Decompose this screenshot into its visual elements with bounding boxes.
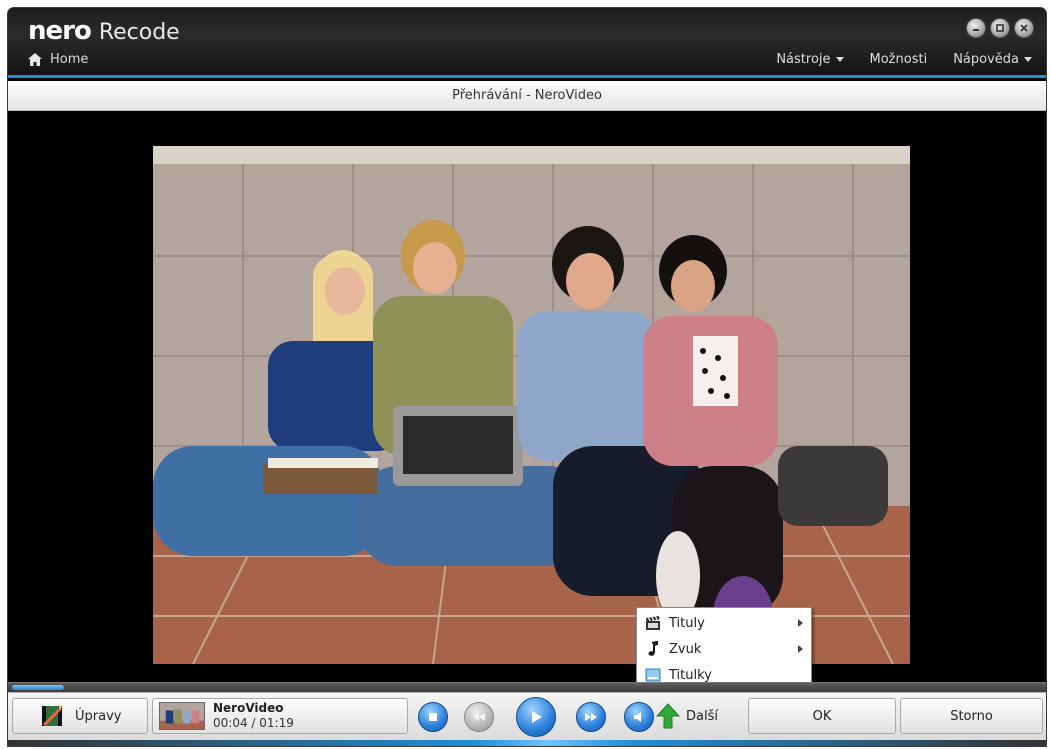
media-info: NeroVideo 00:04 / 01:19 — [152, 698, 408, 734]
ctx-item-titles-label: Tituly — [669, 615, 705, 631]
edit-film-icon — [42, 705, 62, 727]
play-icon — [532, 711, 542, 723]
next-button[interactable]: Další — [656, 703, 718, 729]
home-link[interactable]: Home — [28, 52, 88, 67]
play-button[interactable] — [516, 697, 556, 737]
ctx-item-titles[interactable]: Tituly — [637, 610, 811, 636]
window-controls — [966, 18, 1034, 38]
context-menu: Tituly Zvuk Titulky — [636, 607, 812, 689]
bottom-accent — [8, 740, 1046, 746]
ok-button[interactable]: OK — [748, 698, 896, 734]
video-thumbnail — [159, 702, 205, 730]
previous-button[interactable] — [464, 702, 494, 732]
menu-moznosti[interactable]: Možnosti — [870, 52, 928, 67]
transport-controls: Další — [412, 697, 748, 737]
menu-napoveda-label: Nápověda — [953, 52, 1019, 67]
close-button[interactable] — [1014, 18, 1034, 38]
stop-button[interactable] — [418, 702, 448, 732]
seek-progress — [12, 685, 64, 690]
submenu-arrow-icon — [798, 619, 803, 627]
ok-button-label: OK — [812, 708, 832, 724]
page-title: Přehrávání - NeroVideo — [452, 88, 602, 103]
media-text: NeroVideo 00:04 / 01:19 — [213, 701, 294, 731]
stop-icon — [429, 713, 437, 721]
subtitles-icon — [645, 668, 661, 682]
control-bar: Úpravy NeroVideo 00:04 / 01:19 Další OK … — [8, 692, 1046, 746]
close-icon — [1020, 24, 1028, 32]
restore-button[interactable] — [990, 18, 1010, 38]
video-player[interactable] — [8, 112, 1046, 682]
page-title-bar: Přehrávání - NeroVideo — [8, 81, 1046, 111]
next-frame-button[interactable] — [576, 702, 606, 732]
ctx-item-audio[interactable]: Zvuk — [637, 636, 811, 662]
restore-icon — [996, 24, 1004, 32]
menu-moznosti-label: Možnosti — [869, 52, 928, 67]
music-note-icon — [648, 641, 658, 656]
skip-forward-icon — [585, 713, 597, 721]
video-frame[interactable] — [153, 146, 910, 664]
media-title: NeroVideo — [213, 701, 284, 715]
menu-nastroje[interactable]: Nástroje — [776, 52, 844, 67]
minimize-button[interactable] — [966, 18, 986, 38]
video-image — [153, 146, 910, 664]
chevron-down-icon — [1024, 57, 1032, 62]
ctx-item-audio-label: Zvuk — [669, 641, 702, 657]
brand-name: nero — [28, 16, 92, 46]
menu-nastroje-label: Nástroje — [776, 52, 831, 67]
cancel-button-label: Storno — [950, 708, 993, 724]
edit-button-label: Úpravy — [75, 708, 122, 724]
app-logo: nero Recode — [28, 16, 180, 46]
edit-button[interactable]: Úpravy — [12, 698, 148, 734]
media-time: 00:04 / 01:19 — [213, 716, 294, 730]
skip-back-icon — [473, 713, 485, 721]
speaker-icon — [634, 712, 641, 722]
title-bar: nero Recode Home Nástroje Možnosti Nápov… — [8, 8, 1046, 78]
ctx-item-subtitles-label: Titulky — [669, 667, 712, 683]
next-button-label: Další — [686, 708, 718, 724]
product-name: Recode — [98, 20, 180, 45]
clapperboard-icon — [646, 616, 660, 630]
chevron-down-icon — [835, 57, 844, 62]
main-menu: Nástroje Možnosti Nápověda — [776, 52, 1032, 67]
seek-bar[interactable] — [8, 682, 1046, 692]
menu-napoveda[interactable]: Nápověda — [953, 52, 1032, 67]
app-window: nero Recode Home Nástroje Možnosti Nápov… — [8, 8, 1046, 746]
home-icon — [28, 53, 42, 66]
arrow-up-icon — [656, 703, 680, 729]
minimize-icon — [973, 29, 979, 31]
home-label: Home — [50, 52, 89, 67]
submenu-arrow-icon — [798, 645, 803, 653]
cancel-button[interactable]: Storno — [900, 698, 1043, 734]
volume-button[interactable] — [624, 702, 654, 732]
